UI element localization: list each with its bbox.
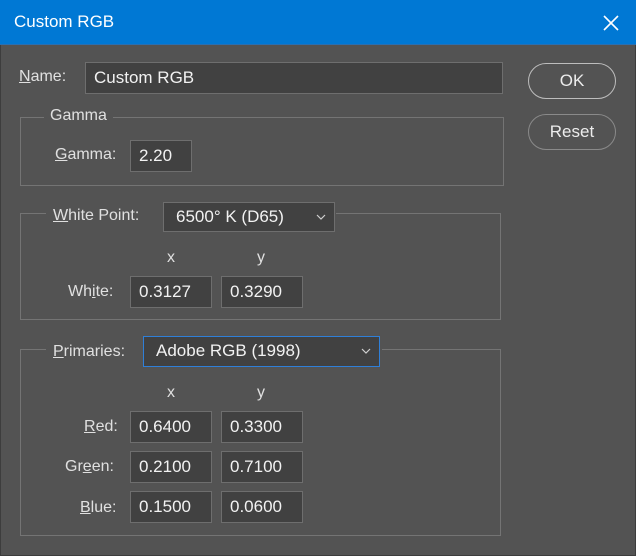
green-y-input[interactable] bbox=[221, 451, 303, 483]
green-x-input[interactable] bbox=[130, 451, 212, 483]
title-bar: Custom RGB bbox=[0, 0, 636, 45]
window-title: Custom RGB bbox=[14, 12, 115, 31]
white-point-selected: 6500° K (D65) bbox=[176, 207, 284, 226]
white-x-input[interactable] bbox=[130, 276, 212, 308]
name-label: Name: bbox=[19, 68, 67, 85]
green-label: Green: bbox=[65, 458, 114, 475]
red-x-input[interactable] bbox=[130, 411, 212, 443]
white-point-label: White Point: bbox=[53, 207, 140, 224]
primaries-y-header: y bbox=[257, 384, 265, 401]
white-label: White: bbox=[68, 283, 114, 300]
red-y-input[interactable] bbox=[221, 411, 303, 443]
red-label: Red: bbox=[84, 418, 118, 435]
reset-button[interactable]: Reset bbox=[528, 114, 616, 150]
blue-x-input[interactable] bbox=[130, 491, 212, 523]
name-input[interactable] bbox=[85, 62, 503, 94]
close-button[interactable] bbox=[596, 8, 626, 38]
gamma-group-title-wrap: Gamma bbox=[44, 107, 113, 131]
gamma-label: Gamma: bbox=[55, 146, 117, 163]
primaries-select[interactable]: Adobe RGB (1998) bbox=[143, 336, 380, 367]
gamma-input[interactable] bbox=[130, 140, 192, 172]
chevron-down-icon bbox=[316, 214, 326, 220]
close-icon bbox=[603, 15, 619, 31]
gamma-group-title: Gamma bbox=[50, 107, 107, 124]
white-y-input[interactable] bbox=[221, 276, 303, 308]
primaries-selected: Adobe RGB (1998) bbox=[156, 341, 301, 360]
ok-button[interactable]: OK bbox=[528, 63, 616, 99]
white-point-select[interactable]: 6500° K (D65) bbox=[163, 202, 335, 232]
blue-y-input[interactable] bbox=[221, 491, 303, 523]
white-x-header: x bbox=[167, 249, 175, 266]
chevron-down-icon bbox=[361, 348, 371, 354]
primaries-label: Primaries: bbox=[53, 343, 126, 360]
white-y-header: y bbox=[257, 249, 265, 266]
primaries-x-header: x bbox=[167, 384, 175, 401]
blue-label: Blue: bbox=[80, 499, 117, 516]
